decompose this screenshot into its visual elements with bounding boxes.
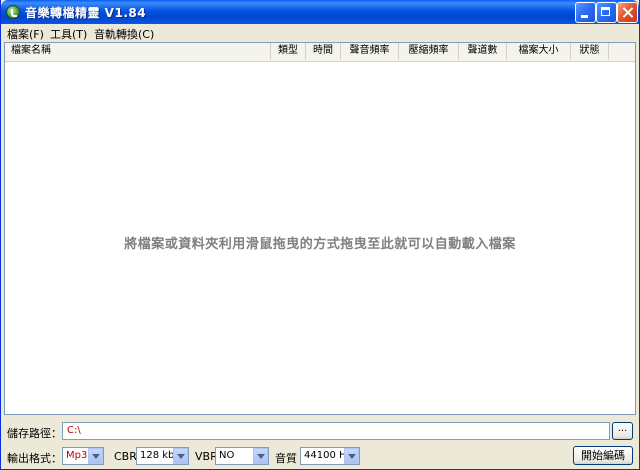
save-path-label: 儲存路徑： xyxy=(7,427,62,440)
menu-bar: 檔案(F) 工具(T) 音軌轉換(C) xyxy=(1,24,639,42)
quality-select[interactable]: 44100 Hz xyxy=(300,447,360,465)
column-sample-rate[interactable]: 聲音頻率 xyxy=(341,43,399,60)
main-window: 音樂轉檔精靈 V1.84 檔案(F) 工具(T) 音軌轉換(C) 檔案名稱 類型… xyxy=(0,0,640,470)
close-button[interactable] xyxy=(617,2,638,23)
output-format-label: 輸出格式： xyxy=(7,452,62,465)
maximize-button[interactable] xyxy=(596,2,617,23)
format-value: Mp3 xyxy=(66,450,88,461)
menu-file[interactable]: 檔案(F) xyxy=(5,26,46,42)
chevron-down-icon[interactable] xyxy=(173,448,188,464)
start-encode-button[interactable]: 開始編碼 xyxy=(573,446,633,465)
column-bitrate[interactable]: 壓縮頻率 xyxy=(399,43,459,60)
title-bar[interactable]: 音樂轉檔精靈 V1.84 xyxy=(1,0,639,24)
cbr-select[interactable]: 128 kbit xyxy=(136,447,189,465)
drop-hint: 將檔案或資料夾利用滑鼠拖曳的方式拖曳至此就可以自動載入檔案 xyxy=(124,237,516,252)
save-path-input[interactable]: C:\ xyxy=(62,422,610,440)
column-channels[interactable]: 聲道數 xyxy=(459,43,507,60)
chevron-down-icon[interactable] xyxy=(253,448,268,464)
column-time[interactable]: 時間 xyxy=(306,43,341,60)
file-list[interactable]: 檔案名稱 類型 時間 聲音頻率 壓縮頻率 聲道數 檔案大小 狀態 將檔案或資料夾… xyxy=(4,42,636,415)
chevron-down-icon[interactable] xyxy=(88,448,103,464)
browse-button[interactable]: ... xyxy=(612,422,633,440)
list-header: 檔案名稱 類型 時間 聲音頻率 壓縮頻率 聲道數 檔案大小 狀態 xyxy=(5,43,635,62)
vbr-select[interactable]: NO xyxy=(215,447,269,465)
window-title: 音樂轉檔精靈 V1.84 xyxy=(25,6,147,20)
minimize-button[interactable] xyxy=(575,2,596,23)
cbr-label: CBR xyxy=(114,450,137,463)
column-type[interactable]: 類型 xyxy=(271,43,306,60)
app-icon[interactable] xyxy=(6,5,20,19)
menu-tools[interactable]: 工具(T) xyxy=(48,26,89,42)
menu-audio-convert[interactable]: 音軌轉換(C) xyxy=(92,26,156,42)
quality-label: 音質 xyxy=(275,452,297,465)
format-select[interactable]: Mp3 xyxy=(62,447,104,465)
column-status[interactable]: 狀態 xyxy=(571,43,609,60)
column-filename[interactable]: 檔案名稱 xyxy=(5,43,271,60)
column-filesize[interactable]: 檔案大小 xyxy=(507,43,571,60)
chevron-down-icon[interactable] xyxy=(344,448,359,464)
vbr-value: NO xyxy=(219,450,235,461)
